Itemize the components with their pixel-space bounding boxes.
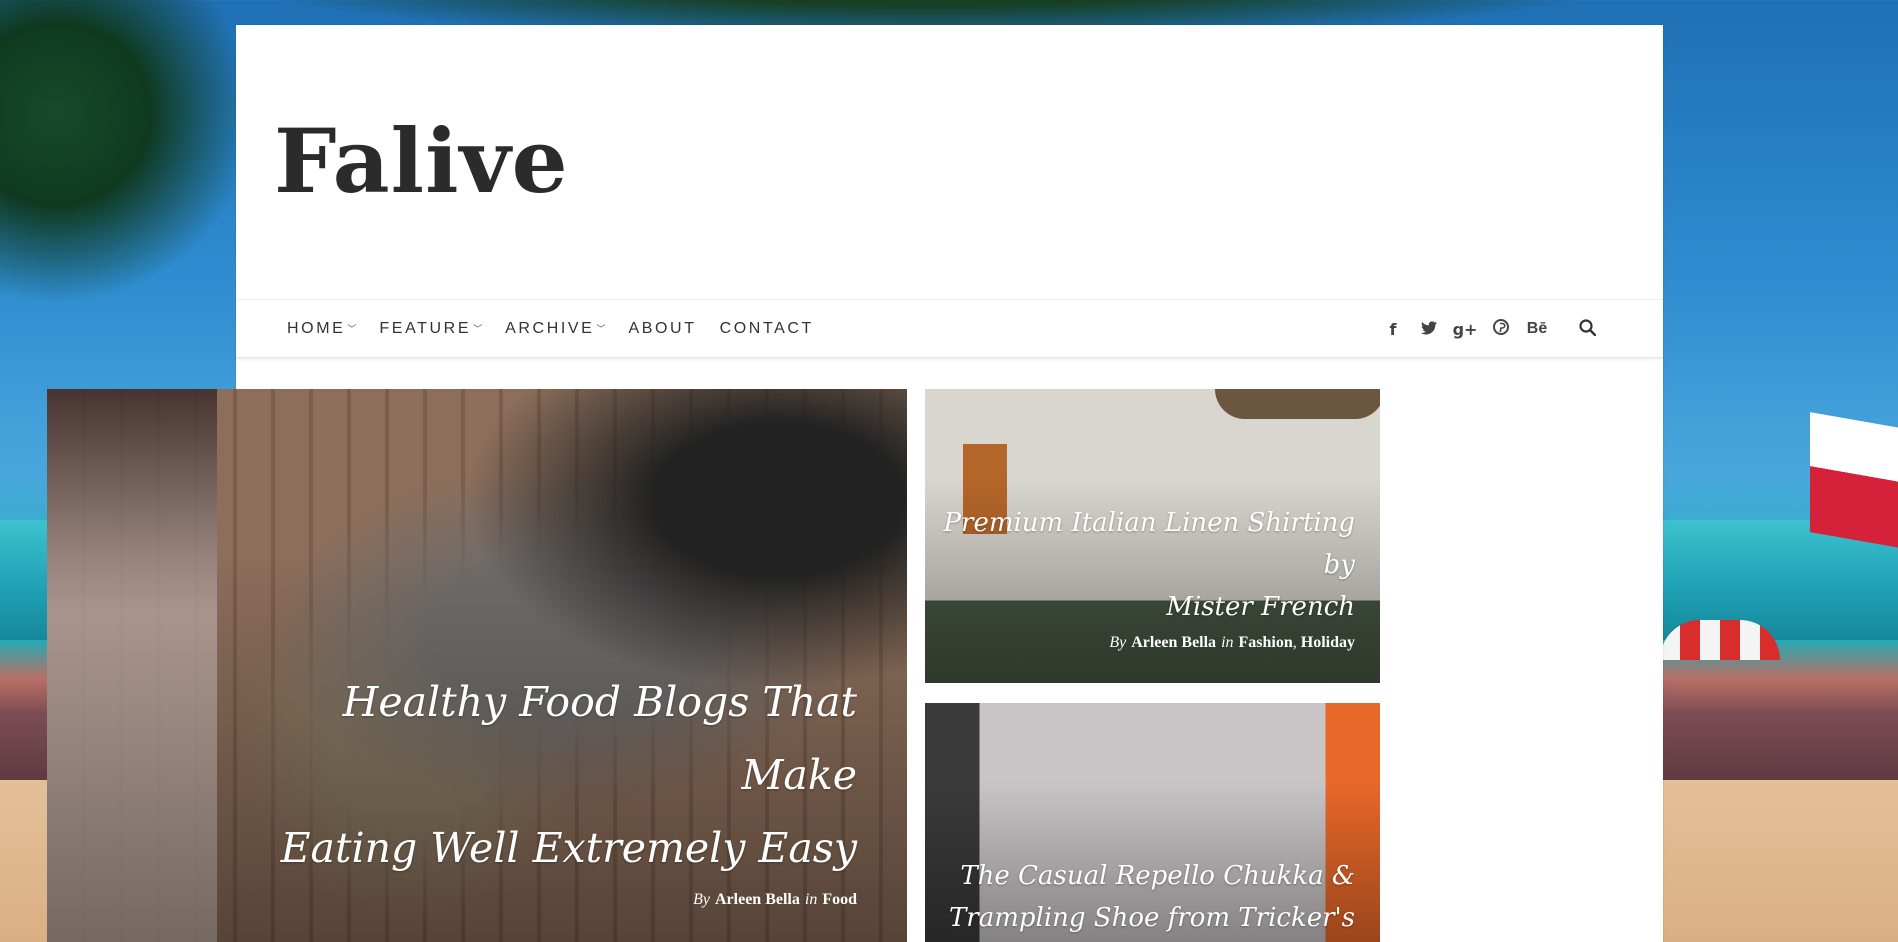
main-navigation: HOME ﹀ FEATURE ﹀ ARCHIVE ﹀ ABOUT CONTACT… (236, 300, 1663, 358)
featured-post-top-right[interactable]: Premium Italian Linen Shirting by Mister… (925, 389, 1380, 683)
post-title[interactable]: The Casual Repello Chukka & Trampling Sh… (935, 855, 1355, 939)
search-icon[interactable] (1569, 318, 1605, 340)
nav-item-label: HOME (287, 320, 346, 337)
site-header: Falive (236, 25, 1663, 300)
social-links: f g+ Bē (1375, 300, 1605, 358)
post-title[interactable]: Healthy Food Blogs That Make Eating Well… (237, 666, 857, 885)
background-flag (1810, 412, 1898, 548)
post-title-line: Trampling Shoe from Tricker's (948, 903, 1355, 934)
category-link[interactable]: Food (822, 891, 857, 908)
nav-item-feature[interactable]: FEATURE ﹀ (379, 320, 482, 338)
twitter-icon[interactable] (1411, 320, 1447, 339)
by-label: By (693, 891, 710, 908)
facebook-icon[interactable]: f (1375, 320, 1411, 339)
google-plus-icon[interactable]: g+ (1447, 320, 1483, 339)
nav-item-archive[interactable]: ARCHIVE ﹀ (505, 320, 605, 338)
author-link[interactable]: Arleen Bella (715, 891, 800, 908)
post-caption: The Casual Repello Chukka & Trampling Sh… (935, 855, 1355, 939)
nav-item-label: ABOUT (628, 320, 697, 337)
category-separator: , (1292, 634, 1301, 651)
chevron-down-icon: ﹀ (347, 323, 357, 334)
post-meta: By Arleen Bella in Fashion, Holiday (935, 634, 1355, 652)
nav-item-contact[interactable]: CONTACT (720, 320, 814, 338)
background-umbrella (1660, 620, 1780, 660)
nav-item-label: FEATURE (379, 320, 472, 337)
post-title-line: Healthy Food Blogs That Make (342, 678, 857, 800)
nav-menu: HOME ﹀ FEATURE ﹀ ARCHIVE ﹀ ABOUT CONTACT (287, 300, 837, 358)
post-title-line: The Casual Repello Chukka & (960, 861, 1355, 891)
post-meta: By Arleen Bella in Food (237, 891, 857, 909)
post-title[interactable]: Premium Italian Linen Shirting by Mister… (935, 502, 1355, 628)
post-title-line: Eating Well Extremely Easy (280, 824, 857, 873)
in-label: in (1221, 634, 1234, 651)
author-link[interactable]: Arleen Bella (1131, 634, 1216, 651)
behance-icon[interactable]: Bē (1519, 320, 1555, 338)
nav-item-label: ARCHIVE (505, 320, 595, 337)
nav-item-about[interactable]: ABOUT (628, 320, 696, 338)
chevron-down-icon: ﹀ (596, 323, 606, 334)
nav-item-home[interactable]: HOME ﹀ (287, 320, 356, 338)
post-caption: Healthy Food Blogs That Make Eating Well… (237, 666, 857, 909)
in-label: in (804, 891, 818, 908)
nav-item-label: CONTACT (719, 320, 814, 337)
featured-post-large[interactable]: Healthy Food Blogs That Make Eating Well… (47, 389, 907, 942)
by-label: By (1109, 634, 1127, 651)
post-title-line: Premium Italian Linen Shirting by (943, 507, 1355, 580)
category-link[interactable]: Fashion (1239, 634, 1293, 651)
post-caption: Premium Italian Linen Shirting by Mister… (935, 502, 1355, 652)
featured-post-bottom-right[interactable]: The Casual Repello Chukka & Trampling Sh… (925, 703, 1380, 942)
chevron-down-icon: ﹀ (473, 323, 483, 334)
category-link[interactable]: Holiday (1301, 634, 1355, 651)
site-logo[interactable]: Falive (274, 117, 569, 205)
post-title-line: Mister French (1166, 591, 1355, 622)
pinterest-icon[interactable] (1483, 319, 1519, 339)
